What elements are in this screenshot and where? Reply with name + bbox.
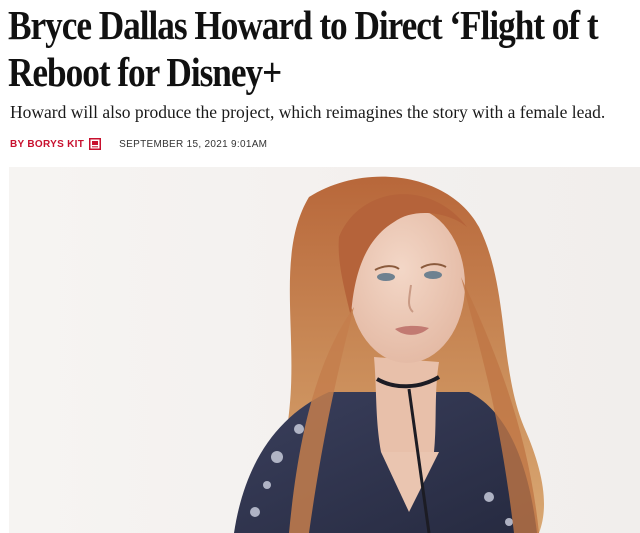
headline-line-2: Reboot for Disney+ (8, 49, 282, 95)
author-page-icon[interactable] (89, 138, 102, 150)
article-dek: Howard will also produce the project, wh… (10, 102, 606, 122)
hero-image (9, 167, 640, 533)
article-headline: Bryce Dallas Howard to Direct ‘Flight of… (8, 2, 610, 96)
portrait-illustration (234, 176, 544, 533)
byline: BY BORYS KIT SEPTEMBER 15, 2021 9:01AM (10, 136, 267, 152)
headline-line-1: Bryce Dallas Howard to Direct ‘Flight of… (8, 2, 599, 48)
publish-date: SEPTEMBER 15, 2021 9:01AM (119, 138, 268, 150)
author-link[interactable]: BY BORYS KIT (10, 139, 84, 150)
